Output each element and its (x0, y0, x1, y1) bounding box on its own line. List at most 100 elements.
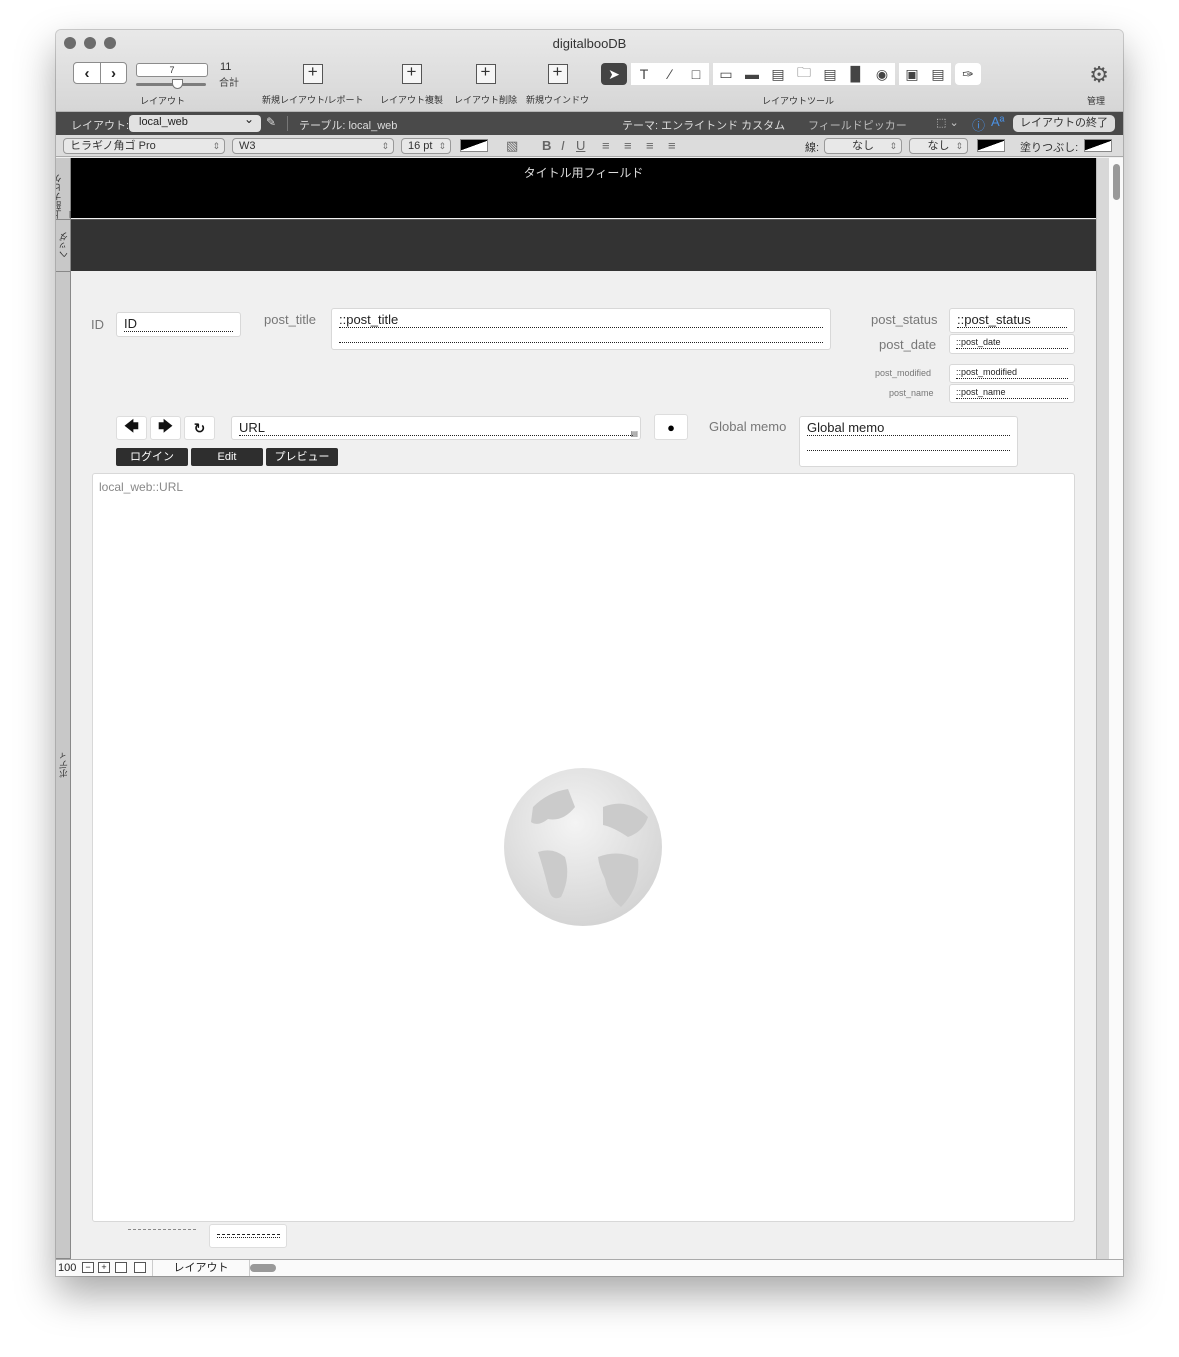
scrollbar-track[interactable] (1109, 158, 1123, 1259)
slide-control-tool[interactable]: ▤ (817, 63, 843, 85)
preview-button[interactable]: プレビュー (266, 448, 338, 466)
font-weight-select[interactable]: W3 (232, 138, 394, 154)
edit-button[interactable]: Edit (191, 448, 263, 466)
web-viewer-label: local_web::URL (99, 480, 184, 494)
post-modified-field[interactable]: ::post_modified (949, 364, 1075, 383)
button-tool[interactable]: ▬ (739, 63, 765, 85)
new-layout-label: 新規レイアウト/レポート (262, 95, 364, 105)
top-navigation-part[interactable]: タイトル用フィールド (71, 158, 1096, 218)
post-date-label: post_date (879, 337, 937, 352)
horizontal-scrollbar-thumb[interactable] (250, 1264, 276, 1272)
window-title: digitalbooDB (552, 36, 627, 51)
part-tab-header[interactable]: ヘッダ (56, 220, 71, 272)
popover-tool[interactable]: ▤ (925, 63, 951, 85)
layout-slider[interactable] (136, 83, 206, 86)
select-tool[interactable]: ➤ (601, 63, 627, 85)
duplicate-layout-button[interactable]: レイアウト複製 (380, 62, 443, 106)
inspector-icon[interactable]: Aª (991, 114, 1004, 129)
format-bar: ヒラギノ角ゴ Pro W3 16 pt ▧ B I U ≡ ≡ ≡ ≡ 線: な… (56, 135, 1123, 157)
field-tool[interactable]: ▭ (713, 63, 739, 85)
button-bar-tool[interactable]: ▤ (765, 63, 791, 85)
global-memo-field[interactable]: Global memo (799, 416, 1018, 467)
new-window-button[interactable]: 新規ウインドウ (526, 62, 589, 106)
web-viewer-tool[interactable]: ◉ (869, 63, 895, 85)
gear-icon[interactable]: ⚙ (1089, 62, 1109, 88)
url-field[interactable]: URL ▤ (231, 416, 641, 440)
toggle-toolbar-icon[interactable] (115, 1262, 127, 1273)
id-field[interactable]: ID (116, 312, 241, 337)
tab-control-tool[interactable]: 🗀 (791, 63, 817, 85)
layout-slider-thumb[interactable] (172, 79, 183, 89)
layout-parts-strip: 上部ナビゲー… ヘッダ ボディ (56, 158, 76, 1259)
header-part[interactable] (71, 219, 1096, 271)
post-title-field-value: ::post_title (339, 312, 823, 328)
open-web-button[interactable]: ● (654, 414, 688, 440)
layout-number-field[interactable]: 7 (136, 63, 208, 77)
arrow-left-icon: 🡄 (124, 418, 139, 434)
post-title-field[interactable]: ::post_title (331, 308, 831, 350)
font-select[interactable]: ヒラギノ角ゴ Pro (63, 138, 225, 154)
footer-label-placeholder (128, 1229, 196, 1230)
text-color-swatch[interactable] (460, 139, 488, 152)
text-highlight-icon[interactable]: ▧ (506, 138, 518, 154)
text-tool[interactable]: T (631, 63, 657, 85)
scrollbar-thumb[interactable] (1113, 164, 1120, 200)
chart-tool[interactable]: ▉ (843, 63, 869, 85)
layout-tools-label: レイアウトツール (762, 96, 835, 106)
align-left-icon[interactable]: ≡ (602, 138, 610, 153)
footer-field[interactable] (209, 1224, 287, 1248)
previous-layout-button[interactable]: ‹ (74, 63, 100, 83)
format-painter-tool[interactable]: ✑ (955, 63, 981, 85)
field-picker-button[interactable]: フィールドピッカー (808, 117, 907, 133)
login-button[interactable]: ログイン (116, 448, 188, 466)
line-style-select[interactable]: なし (824, 138, 902, 154)
line-width-select[interactable]: なし (909, 138, 968, 154)
grid-menu-icon[interactable]: ⬚ ⌄ (936, 116, 959, 129)
line-color-swatch[interactable] (977, 139, 1005, 152)
vertical-scrollbar[interactable] (1096, 158, 1123, 1259)
info-icon[interactable]: ⓘ (972, 115, 985, 134)
pencil-icon[interactable]: ✎ (266, 115, 276, 129)
reload-button[interactable]: ↻ (184, 416, 215, 440)
zoom-out-icon[interactable]: − (82, 1262, 94, 1273)
post-date-field[interactable]: ::post_date (949, 334, 1075, 354)
web-viewer[interactable]: local_web::URL (92, 473, 1075, 1222)
align-justify-icon[interactable]: ≡ (668, 138, 676, 153)
layout-total-label: 合計 (219, 78, 239, 89)
new-layout-button[interactable]: 新規レイアウト/レポート (262, 62, 364, 106)
post-date-field-value: ::post_date (956, 337, 1068, 349)
post-status-field[interactable]: ::post_status (949, 308, 1075, 333)
part-tab-body[interactable]: ボディ (56, 272, 71, 1259)
fill-color-swatch[interactable] (1084, 139, 1112, 152)
layout-label: レイアウト (140, 96, 186, 106)
rectangle-tool[interactable]: □ (683, 63, 709, 85)
post-modified-field-value: ::post_modified (956, 367, 1068, 379)
underline-icon[interactable]: U (576, 138, 585, 153)
next-layout-button[interactable]: › (100, 63, 126, 83)
italic-icon[interactable]: I (561, 138, 565, 153)
post-name-field[interactable]: ::post_name (949, 384, 1075, 403)
exit-layout-button[interactable]: レイアウトの終了 (1013, 115, 1115, 132)
forward-button[interactable]: 🡆 (150, 416, 181, 440)
toggle-formatting-bar-icon[interactable] (134, 1262, 146, 1273)
title-field[interactable]: タイトル用フィールド (71, 164, 1096, 181)
back-button[interactable]: 🡄 (116, 416, 147, 440)
theme-label[interactable]: テーマ: エンライトンド カスタム (622, 117, 785, 133)
zoom-level[interactable]: 100 (58, 1262, 76, 1274)
layout-select[interactable]: local_web (129, 112, 261, 132)
part-tab-top-navigation[interactable]: 上部ナビゲー… (56, 158, 76, 220)
post-modified-label: post_modified (875, 368, 932, 378)
fill-label: 塗りつぶし: (1020, 142, 1079, 154)
delete-layout-button[interactable]: レイアウト削除 (454, 62, 517, 106)
align-center-icon[interactable]: ≡ (624, 138, 632, 153)
post-status-label: post_status (871, 312, 938, 327)
bold-icon[interactable]: B (542, 138, 551, 153)
new-window-icon (547, 62, 568, 84)
line-tool[interactable]: ∕ (657, 63, 683, 85)
align-right-icon[interactable]: ≡ (646, 138, 654, 153)
portal-tool[interactable]: ▣ (899, 63, 925, 85)
zoom-in-icon[interactable]: + (98, 1262, 110, 1273)
mode-label[interactable]: レイアウト (152, 1260, 250, 1276)
font-size-select[interactable]: 16 pt (401, 138, 451, 154)
new-layout-icon (302, 62, 323, 84)
